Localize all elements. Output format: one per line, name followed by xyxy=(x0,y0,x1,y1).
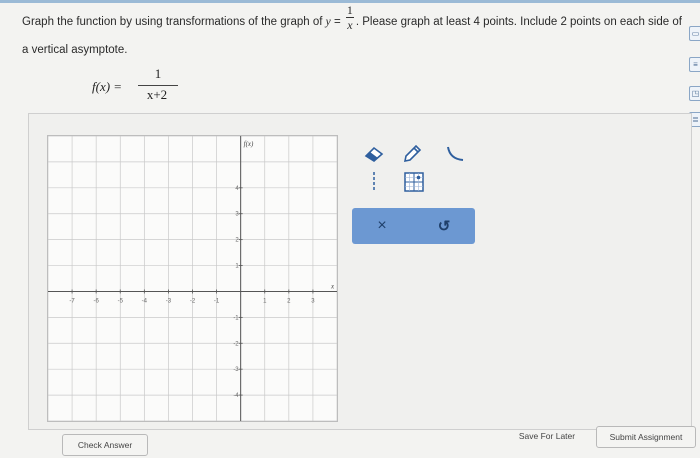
save-for-later-button[interactable]: Save For Later xyxy=(505,426,589,446)
undo-icon[interactable]: ↺ xyxy=(431,214,457,238)
check-answer-button[interactable]: Check Answer xyxy=(62,434,148,456)
curve-icon[interactable] xyxy=(442,142,468,166)
y-tick-label: 2 xyxy=(235,238,239,244)
y-tick-label: 1 xyxy=(235,264,239,270)
pencil-icon[interactable] xyxy=(399,142,425,166)
question-text: Graph the function by using transformati… xyxy=(22,3,682,32)
dashed-line-icon[interactable] xyxy=(361,170,387,194)
x-axis-label: x xyxy=(330,282,335,290)
x-tick-label: -4 xyxy=(142,298,148,304)
y-axis-label: f(x) xyxy=(244,140,254,148)
graph-toolbox: × ↺ xyxy=(352,136,475,244)
x-tick-label: -3 xyxy=(166,298,172,304)
action-bar: × ↺ xyxy=(352,208,475,244)
y-tick-label: -1 xyxy=(233,315,239,321)
y-tick-label: 4 xyxy=(235,186,239,192)
y-tick-label: -2 xyxy=(233,341,239,347)
y-tick-label: 3 xyxy=(235,212,239,218)
submit-assignment-button[interactable]: Submit Assignment xyxy=(596,426,696,448)
sidebar-tab-icon[interactable]: ▭ xyxy=(689,26,700,41)
x-tick-label: -1 xyxy=(214,298,220,304)
x-tick-label: -6 xyxy=(93,298,99,304)
x-tick-label: -2 xyxy=(190,298,196,304)
x-tick-label: -7 xyxy=(69,298,75,304)
x-tick-label: 2 xyxy=(287,298,291,304)
y-tick-label: -4 xyxy=(233,393,239,399)
point-grid-icon[interactable] xyxy=(401,170,427,194)
x-tick-label: -5 xyxy=(118,298,124,304)
clear-icon[interactable]: × xyxy=(369,214,395,238)
x-tick-label: 1 xyxy=(263,298,267,304)
sidebar-tab-icon[interactable]: ≡ xyxy=(689,57,700,72)
sidebar-tab-icon[interactable]: ◳ xyxy=(689,86,700,101)
y-tick-label: -3 xyxy=(233,367,239,373)
x-tick-label: 3 xyxy=(311,298,315,304)
graph-grid[interactable]: -7 -6 -5 -4 -3 -2 -1 1 2 3 4 3 2 1 -1 -2 -3 -4 f(x) x xyxy=(48,136,337,421)
function-numerator: 1 xyxy=(154,66,162,81)
eraser-icon[interactable] xyxy=(361,142,387,166)
question-text-line2: a vertical asymptote. xyxy=(22,44,128,56)
function-lhs: f(x) = xyxy=(92,79,123,94)
reciprocal-fraction: 1x xyxy=(345,3,354,32)
graph-area[interactable]: -7 -6 -5 -4 -3 -2 -1 1 2 3 4 3 2 1 -1 -2 -3 -4 f(x) x xyxy=(47,135,338,422)
function-denominator: x+2 xyxy=(146,87,168,102)
